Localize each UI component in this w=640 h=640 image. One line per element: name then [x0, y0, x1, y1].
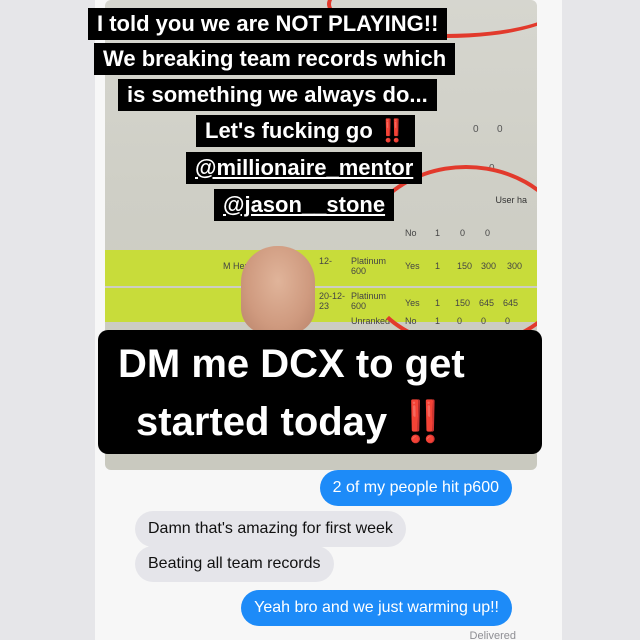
caption-text: started today	[136, 400, 388, 444]
finger-image	[241, 246, 315, 334]
caption-text: Let's fucking go	[205, 118, 373, 143]
caption-line: We breaking team records which	[94, 43, 456, 75]
double-exclamation-icon: ‼️	[398, 400, 449, 444]
left-margin	[0, 0, 95, 640]
caption-line: I told you we are NOT PLAYING!!	[88, 8, 448, 40]
dm-caption-line: started today ‼️	[118, 394, 466, 450]
sheet-cell: 12-	[319, 256, 333, 266]
sheet-cell: 20-12- 23	[319, 291, 346, 311]
sheet-cell: 0	[473, 124, 479, 135]
message-bubble-received[interactable]: Beating all team records	[135, 546, 334, 582]
sheet-cell: 0	[497, 124, 503, 135]
caption-line: Let's fucking go ‼️	[196, 115, 416, 147]
mention-jason-stone[interactable]: @jason__stone	[214, 189, 395, 221]
delivered-label: Delivered	[469, 630, 516, 640]
message-bubble-sent[interactable]: 2 of my people hit p600	[319, 470, 512, 506]
story-canvas: 0 0 0 User ha No 1 0 0 M Her 12- Platinu…	[0, 0, 640, 640]
caption-line: is something we always do...	[118, 79, 437, 111]
dm-caption-line: DM me DCX to get	[118, 342, 465, 386]
mention-millionaire-mentor[interactable]: @millionaire_mentor	[186, 152, 423, 184]
message-bubble-received[interactable]: Damn that's amazing for first week	[135, 511, 406, 547]
double-exclamation-icon: ‼️	[378, 118, 407, 143]
right-margin	[562, 0, 640, 640]
message-bubble-sent[interactable]: Yeah bro and we just warming up!!	[241, 590, 512, 626]
